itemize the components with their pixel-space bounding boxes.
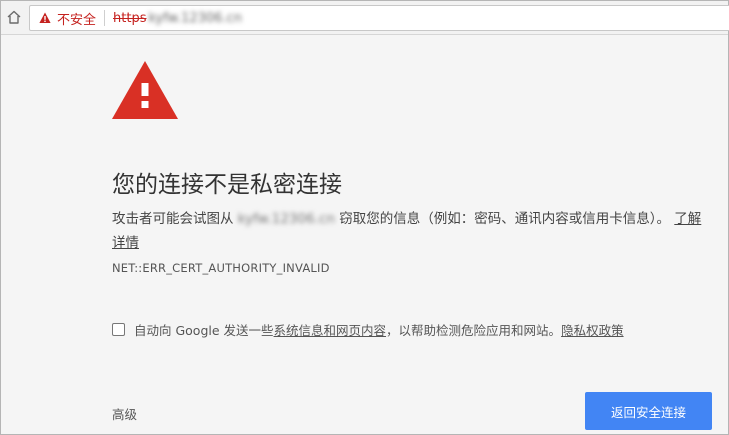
warning-triangle-icon [39,12,51,24]
url-host: kyfw.12306.cn [148,10,243,26]
back-to-safety-button[interactable]: 返回安全连接 [585,392,712,430]
error-code: NET::ERR_CERT_AUTHORITY_INVALID [112,261,330,275]
report-opt-in: 自动向 Google 发送一些 系统信息和网页内容 ，以帮助检测危险应用和网站。… [112,320,712,339]
advanced-button[interactable]: 高级 [112,404,137,423]
explanation-host: kyfw.12306.cn [237,211,335,227]
system-info-link[interactable]: 系统信息和网页内容 [274,320,387,339]
browser-toolbar: 不安全 https kyfw.12306.cn [1,1,729,35]
home-button[interactable] [5,8,23,26]
report-suffix: ，以帮助检测危险应用和网站。 [386,323,562,338]
page-title: 您的连接不是私密连接 [112,172,342,198]
security-label[interactable]: 不安全 [57,9,96,28]
home-icon [7,10,21,24]
explanation-suffix: 窃取您的信息（例如：密码、通讯内容或信用卡信息）。 [339,211,670,227]
warning-explanation: 攻击者可能会试图从 kyfw.12306.cn 窃取您的信息（例如：密码、通讯内… [112,207,704,255]
privacy-policy-link[interactable]: 隐私权政策 [561,320,624,339]
report-checkbox[interactable] [112,323,125,336]
warning-triangle-icon [112,61,178,119]
url-scheme: https [113,10,147,26]
omnibox-divider [104,10,106,26]
explanation-prefix: 攻击者可能会试图从 [112,211,234,227]
report-prefix: 自动向 Google 发送一些 [134,323,274,338]
address-bar[interactable]: 不安全 https kyfw.12306.cn [29,5,729,31]
